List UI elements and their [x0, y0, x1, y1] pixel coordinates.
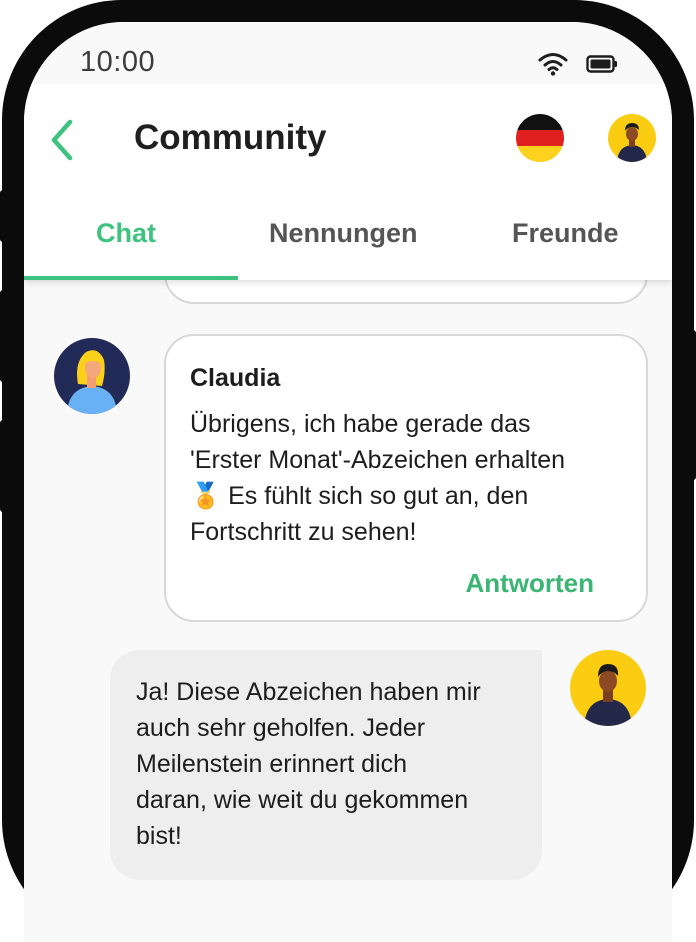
tab-chat[interactable]: Chat [96, 218, 156, 249]
battery-icon [586, 55, 618, 78]
wifi-icon [538, 52, 568, 81]
claudia-avatar[interactable] [54, 338, 130, 414]
tab-nennungen[interactable]: Nennungen [269, 218, 418, 249]
message-line: 'Erster Monat'-Abzeichen erhalten [190, 446, 566, 474]
own-avatar[interactable] [570, 650, 646, 726]
message-line: daran, wie weit du gekommen [136, 786, 469, 814]
back-button[interactable] [44, 114, 84, 166]
page-title: Community [134, 118, 327, 157]
message-card: Claudia Übrigens, ich habe gerade das 'E… [164, 334, 648, 622]
message-text: Ja! Diese Abzeichen haben mir auch sehr … [136, 674, 526, 854]
phone-power-button [690, 330, 696, 480]
message-line: Ja! Diese Abzeichen haben mir [136, 678, 481, 706]
user-avatar-icon [570, 650, 646, 726]
message-line: 🏅 Es fühlt sich so gut an, den [190, 482, 529, 510]
active-tab-indicator [24, 276, 238, 280]
own-message-bubble: Ja! Diese Abzeichen haben mir auch sehr … [110, 650, 542, 880]
message-line: Meilenstein erinnert dich [136, 750, 407, 778]
phone-volume-down-button [0, 420, 6, 512]
message-sender: Claudia [190, 364, 281, 392]
phone-screen: 10:00 Community Chat Nennungen Freunde C… [24, 22, 672, 942]
tab-freunde[interactable]: Freunde [512, 218, 619, 249]
female-avatar-icon [54, 338, 130, 414]
message-line: Übrigens, ich habe gerade das [190, 410, 531, 438]
status-bar: 10:00 [24, 22, 672, 84]
app-bar: Community Chat Nennungen Freunde [24, 84, 672, 280]
phone-volume-up-button [0, 290, 6, 382]
chat-area[interactable]: Claudia Übrigens, ich habe gerade das 'E… [24, 220, 672, 942]
message-line: bist! [136, 822, 182, 850]
phone-side-button [0, 190, 6, 242]
reply-button[interactable]: Antworten [465, 568, 594, 599]
message-text: Übrigens, ich habe gerade das 'Erster Mo… [190, 406, 620, 550]
user-avatar-icon [608, 114, 656, 162]
profile-avatar-button[interactable] [608, 114, 656, 162]
message-line: Fortschritt zu sehen! [190, 518, 417, 546]
language-button[interactable] [516, 114, 564, 162]
german-flag-icon [516, 114, 564, 162]
status-time: 10:00 [80, 46, 156, 78]
message-line: auch sehr geholfen. Jeder [136, 714, 426, 742]
chevron-left-icon [51, 119, 73, 161]
